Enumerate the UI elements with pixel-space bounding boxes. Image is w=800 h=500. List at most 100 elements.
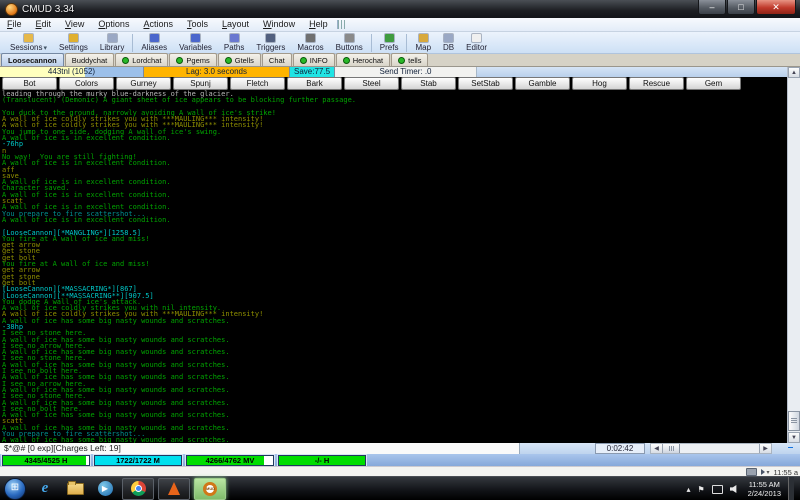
toolbar-library-button[interactable]: Library — [94, 32, 130, 54]
macro-button-steel[interactable]: Steel — [344, 77, 399, 90]
toolbar-map-button[interactable]: Map — [409, 32, 437, 54]
vitals-gauge-label: 4345/4525 H — [3, 456, 89, 465]
maximize-button[interactable]: □ — [727, 0, 755, 15]
toolbar-settings-label: Settings — [59, 43, 88, 52]
toolbar: Sessions▾ Settings LibraryAliasesVariables… — [0, 32, 800, 54]
menu-view[interactable]: View — [58, 18, 91, 31]
command-input[interactable] — [0, 443, 520, 454]
taskbar-cmud-active[interactable]: MUD — [194, 478, 226, 500]
session-tab-loosecannon[interactable]: Loosecannon — [1, 53, 64, 66]
pointer-icon[interactable] — [761, 469, 765, 475]
toolbar-triggers-button[interactable]: Triggers — [250, 32, 291, 54]
toolbar-editor-label: Editor — [466, 43, 487, 52]
session-tab-tells[interactable]: tells — [391, 53, 428, 66]
vertical-scrollbar-thumb[interactable] — [788, 411, 800, 431]
session-tab-lordchat[interactable]: Lordchat — [115, 53, 168, 66]
macro-button-hog[interactable]: Hog — [572, 77, 627, 90]
toolbar-variables-button[interactable]: Variables — [173, 32, 218, 54]
taskbar-clock[interactable]: 11:55 AM 2/24/2013 — [748, 480, 781, 498]
session-tab-info[interactable]: INFO — [293, 53, 335, 66]
session-tab-chat[interactable]: Chat — [262, 53, 292, 66]
db-icon — [444, 34, 453, 42]
macro-button-setstab[interactable]: SetStab — [458, 77, 513, 90]
macro-button-fletch[interactable]: Fletch — [230, 77, 285, 90]
macro-button-stab[interactable]: Stab — [401, 77, 456, 90]
scroll-left-button[interactable]: ◀ — [651, 444, 663, 453]
macro-button-colors[interactable]: Colors — [59, 77, 114, 90]
horizontal-scrollbar-thumb[interactable] — [663, 444, 680, 453]
session-tab-pgems[interactable]: Pgems — [169, 53, 216, 66]
taskbar-internet-explorer[interactable]: e — [32, 479, 58, 499]
menu-edit[interactable]: Edit — [29, 18, 59, 31]
macro-button-rescue[interactable]: Rescue — [629, 77, 684, 90]
horizontal-scrollbar[interactable]: ◀ ▶ — [650, 443, 772, 454]
menu-grip-icon — [337, 20, 346, 29]
toolbar-editor-button[interactable]: Editor — [460, 32, 493, 54]
toolbar-paths-button[interactable]: Paths — [218, 32, 250, 54]
toolbar-settings-button[interactable]: Settings — [53, 32, 94, 54]
connected-dot-icon — [225, 57, 232, 64]
mud-output-terminal[interactable]: leading through the murky blue-darkness … — [0, 90, 787, 443]
pane-minimize-button[interactable]: – — [784, 443, 797, 454]
show-desktop-button[interactable] — [788, 477, 794, 500]
toolbar-separator — [371, 34, 372, 52]
network-icon[interactable] — [712, 485, 723, 494]
prefs-check-icon — [385, 34, 394, 42]
macro-button-gamble[interactable]: Gamble — [515, 77, 570, 90]
toolbar-separator — [132, 34, 133, 52]
toolbar-prefs-label: Prefs — [380, 43, 399, 52]
scroll-right-button[interactable]: ▶ — [759, 444, 771, 453]
vitals-gauge-row: 4345/4525 H1722/1722 M4266/4762 MV-/- H — [0, 454, 800, 466]
vitals-gauge-1: 1722/1722 M — [94, 455, 182, 466]
session-tab-gtells[interactable]: Gtells — [218, 53, 261, 66]
macro-button-gurney[interactable]: Gurney — [116, 77, 171, 90]
cmud-logo-icon: MUD — [203, 482, 217, 496]
macro-button-bot[interactable]: Bot — [2, 77, 57, 90]
menu-tools[interactable]: Tools — [180, 18, 215, 31]
vitals-gauge-0: 4345/4525 H — [2, 455, 90, 466]
menu-window[interactable]: Window — [256, 18, 302, 31]
media-player-icon: ▶ — [98, 481, 113, 496]
save-gauge: Save:77.5 — [290, 67, 335, 77]
show-hidden-icons[interactable]: ▴ — [686, 485, 690, 494]
session-tab-herochat[interactable]: Herochat — [336, 53, 390, 66]
buttons-icon — [345, 34, 354, 42]
action-center-flag-icon[interactable]: ⚑ — [697, 485, 704, 494]
horizontal-scrollbar-track[interactable] — [680, 444, 759, 453]
menu-options[interactable]: Options — [91, 18, 136, 31]
toolbar-aliases-button[interactable]: Aliases — [135, 32, 173, 54]
toolbar-buttons-button[interactable]: Buttons — [330, 32, 369, 54]
menu-layout[interactable]: Layout — [215, 18, 256, 31]
hscroll-thumb-grip-icon — [669, 446, 674, 451]
vertical-scrollbar[interactable]: ▲ ▼ — [787, 67, 800, 443]
menu-help[interactable]: Help — [302, 18, 335, 31]
menu-bar: FileEditViewOptionsActionsToolsLayoutWin… — [0, 18, 800, 32]
speaker-icon[interactable] — [730, 485, 739, 493]
scroll-up-button[interactable]: ▲ — [788, 67, 800, 78]
taskbar-vlc[interactable] — [158, 478, 190, 500]
toolbar-macros-button[interactable]: Macros — [291, 32, 329, 54]
taskbar-chrome[interactable] — [122, 478, 154, 500]
chevron-down-icon[interactable]: ▾ — [767, 469, 770, 476]
connected-dot-icon — [122, 57, 129, 64]
start-button[interactable]: ⊞ — [4, 478, 26, 500]
close-button[interactable]: ✕ — [756, 0, 796, 15]
minimize-button[interactable]: – — [698, 0, 726, 15]
toolbar-prefs-button[interactable]: Prefs — [374, 32, 405, 54]
taskbar-windows-explorer[interactable] — [62, 479, 88, 499]
printer-icon[interactable] — [746, 468, 757, 476]
macro-button-bark[interactable]: Bark — [287, 77, 342, 90]
toolbar-db-button[interactable]: DB — [437, 32, 460, 54]
toolbar-buttons-label: Buttons — [336, 43, 363, 52]
connected-dot-icon — [343, 57, 350, 64]
macro-button-spunj[interactable]: Spunj — [173, 77, 228, 90]
chevron-down-icon: ▾ — [43, 45, 47, 52]
taskbar-media-player[interactable]: ▶ — [92, 479, 118, 499]
toolbar-sessions-button[interactable]: Sessions▾ — [4, 32, 53, 54]
title-bar: CMUD 3.34 – □ ✕ — [0, 0, 800, 18]
menu-file[interactable]: File — [0, 18, 29, 31]
menu-actions[interactable]: Actions — [136, 18, 180, 31]
macro-button-gem[interactable]: Gem — [686, 77, 741, 90]
session-tab-buddychat[interactable]: Buddychat — [65, 53, 114, 66]
folder-icon — [67, 483, 84, 495]
